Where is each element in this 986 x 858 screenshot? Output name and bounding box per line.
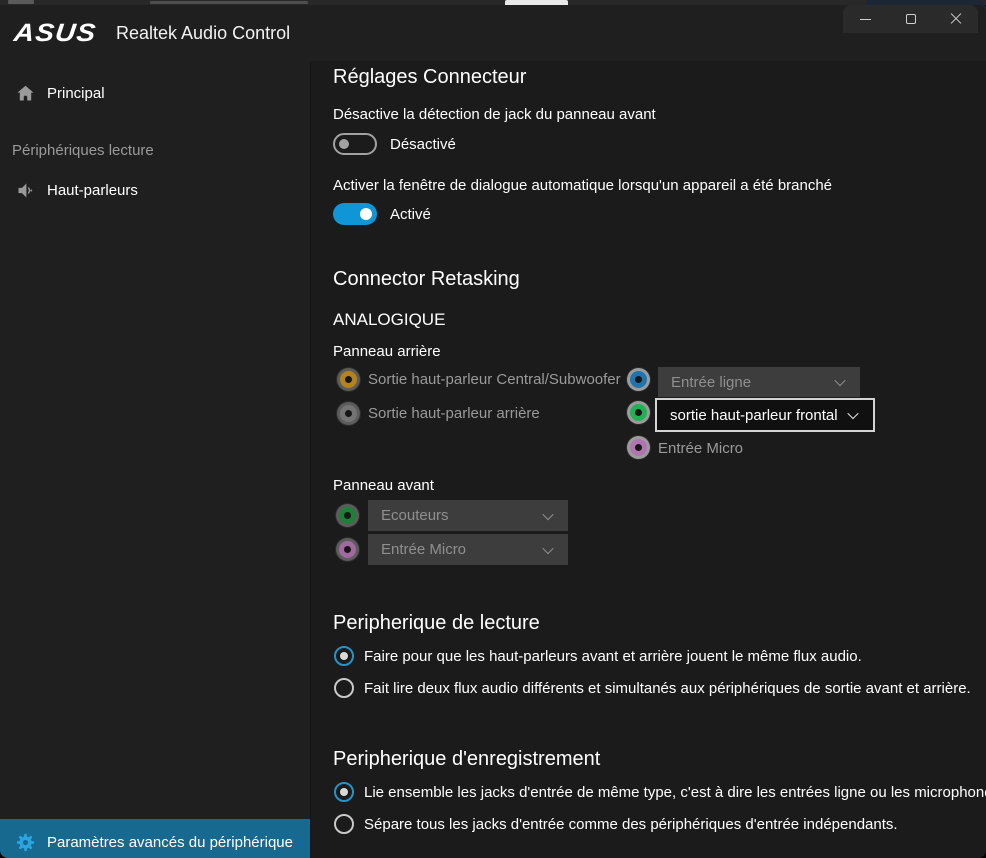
recording-option-1-label: Lie ensemble les jacks d'entrée de même … [364,784,986,801]
sidebar-item-label: Haut-parleurs [47,182,138,199]
front-speaker-out-dropdown[interactable]: sortie haut-parleur frontal [655,398,875,432]
home-icon [14,82,36,104]
jack-icon-center-subwoofer [337,368,360,391]
recording-option-1-radio[interactable] [334,782,354,802]
recording-option-2-radio[interactable] [334,814,354,834]
window-title: Realtek Audio Control [116,23,290,44]
toggle-knob [360,208,372,220]
mic-in-label: Entrée Micro [658,440,743,457]
sidebar-item-speakers[interactable]: Haut-parleurs [0,168,310,212]
background-text-fragment [150,1,308,4]
section-title-playback-device: Peripherique de lecture [333,612,540,635]
sidebar-item-label: Principal [47,85,105,102]
close-icon [950,13,962,25]
jack-icon-line-in [627,368,650,391]
sidebar: Principal Périphériques lecture Haut-par… [0,61,310,858]
asus-logo: ASUS [12,19,98,48]
jack-icon-mic-in [627,436,650,459]
section-title-connector-settings: Réglages Connecteur [333,66,526,89]
window-controls [843,5,978,33]
auto-dialog-label: Activer la fenêtre de dialogue automatiq… [333,177,832,194]
gear-icon [14,831,36,853]
title-bar: ASUS Realtek Audio Control [0,5,986,61]
front-panel-label: Panneau avant [333,477,434,494]
chevron-down-icon [834,375,845,386]
auto-dialog-state: Activé [390,206,431,223]
section-title-recording-device: Peripherique d'enregistrement [333,748,600,771]
sidebar-item-principal[interactable]: Principal [0,71,310,115]
chevron-down-icon [847,408,858,419]
playback-option-2-radio[interactable] [334,678,354,698]
jack-detection-state: Désactivé [390,136,456,153]
jack-detection-toggle[interactable] [333,133,377,155]
sidebar-section-playback-devices: Périphériques lecture [12,142,154,159]
section-title-connector-retasking: Connector Retasking [333,268,520,291]
minimize-icon [860,19,871,20]
headphones-dropdown[interactable]: Ecouteurs [368,500,568,531]
toggle-knob [339,139,349,149]
close-button[interactable] [933,5,978,33]
line-in-dropdown[interactable]: Entrée ligne [658,367,860,397]
rear-panel-label: Panneau arrière [333,343,441,360]
recording-option-2-label: Sépare tous les jacks d'entrée comme des… [364,816,898,833]
maximize-button[interactable] [888,5,933,33]
playback-option-1-label: Faire pour que les haut-parleurs avant e… [364,648,862,665]
chevron-down-icon [542,508,553,519]
chevron-down-icon [542,542,553,553]
playback-option-1-radio[interactable] [334,646,354,666]
minimize-button[interactable] [843,5,888,33]
auto-dialog-toggle[interactable] [333,203,377,225]
rear-jack-label: Sortie haut-parleur arrière [368,405,540,422]
speaker-icon [14,179,36,201]
front-mic-dropdown[interactable]: Entrée Micro [368,534,568,565]
jack-icon-front-speaker-out [627,401,650,424]
maximize-icon [906,14,916,24]
rear-jack-label: Sortie haut-parleur Central/Subwoofer [368,371,621,388]
sidebar-item-label: Paramètres avancés du périphérique [47,834,293,851]
screen: ASUS Realtek Audio Control Principal Pér… [0,0,986,858]
jack-detection-label: Désactive la détection de jack du pannea… [333,106,656,123]
realtek-audio-control-window: ASUS Realtek Audio Control Principal Pér… [0,5,986,858]
subsection-analogique: ANALOGIQUE [333,310,445,330]
jack-icon-front-mic [336,538,359,561]
jack-icon-headphones [336,504,359,527]
sidebar-item-advanced-settings[interactable]: Paramètres avancés du périphérique [0,819,310,858]
jack-icon-rear-speaker [337,402,360,425]
background-text-fragment [8,0,34,4]
playback-option-2-label: Fait lire deux flux audio différents et … [364,680,971,697]
